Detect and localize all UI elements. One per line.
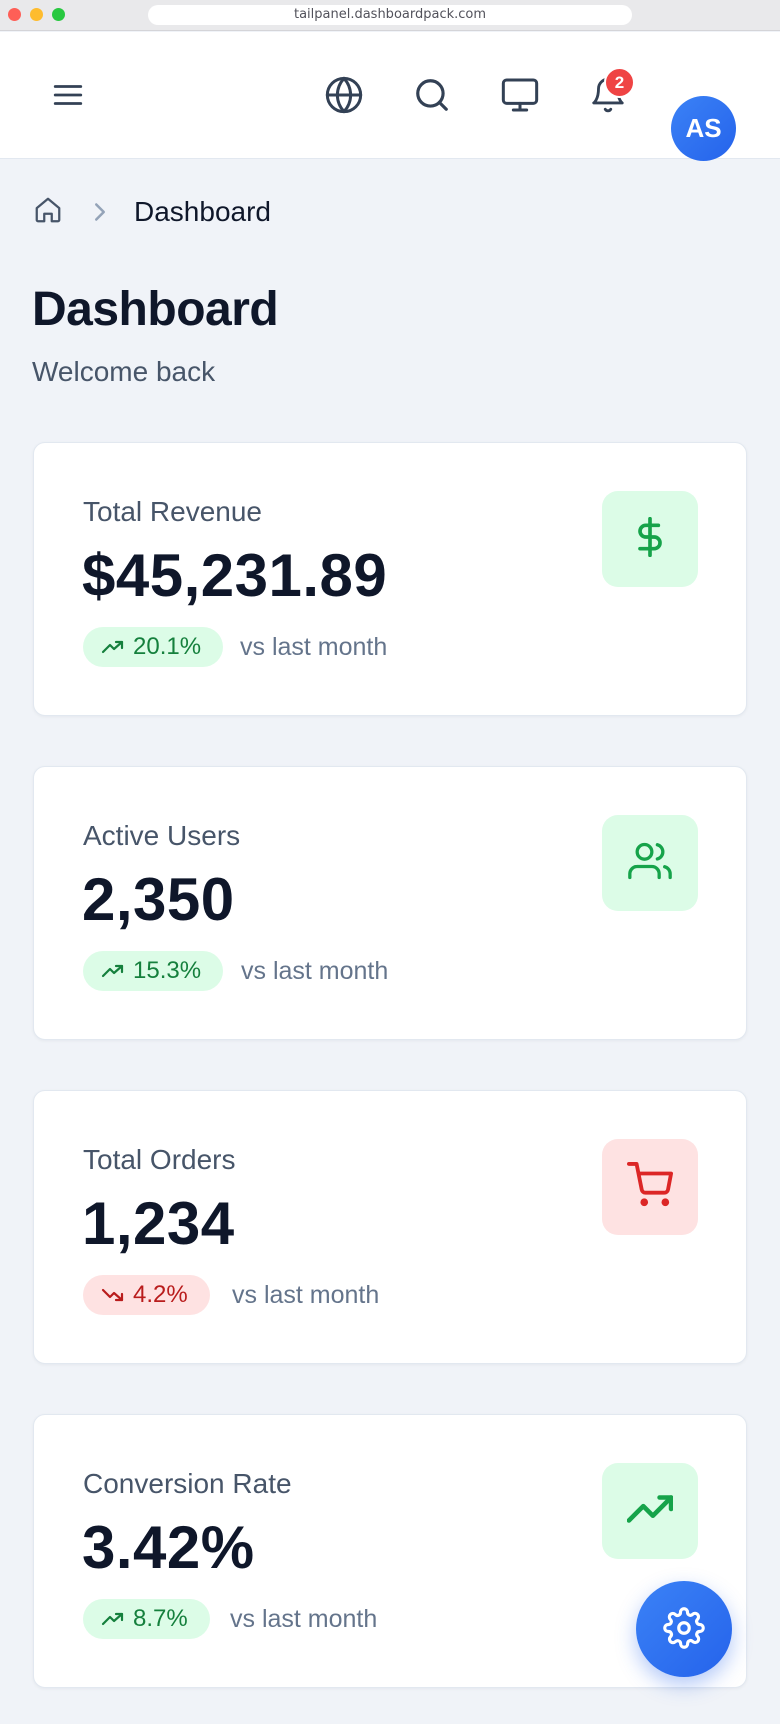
trend-badge: 15.3% bbox=[83, 951, 224, 991]
menu-icon bbox=[51, 78, 85, 115]
maximize-window-button[interactable] bbox=[52, 8, 65, 21]
trend-value: 8.7% bbox=[133, 1605, 188, 1632]
settings-fab-button[interactable] bbox=[636, 1581, 732, 1677]
monitor-icon bbox=[500, 75, 540, 118]
cart-icon bbox=[627, 1161, 673, 1213]
stat-label: Active Users bbox=[83, 820, 241, 851]
users-icon-tile bbox=[602, 815, 698, 911]
trend-up-icon bbox=[101, 964, 124, 978]
close-window-button[interactable] bbox=[8, 8, 21, 21]
search-button[interactable] bbox=[404, 68, 460, 124]
stat-value: 2,350 bbox=[82, 866, 235, 933]
chevron-right-icon bbox=[92, 202, 108, 222]
user-avatar[interactable]: AS bbox=[671, 96, 736, 161]
stat-card-revenue: Total Revenue $45,231.89 20.1% vs last m… bbox=[33, 442, 747, 716]
trending-up-icon bbox=[626, 1486, 674, 1537]
trend-badge: 4.2% bbox=[83, 1275, 210, 1315]
stat-value: $45,231.89 bbox=[82, 542, 388, 609]
trend-value: 4.2% bbox=[133, 1281, 188, 1308]
stat-value: 3.42% bbox=[82, 1514, 255, 1581]
display-mode-button[interactable] bbox=[492, 68, 548, 124]
trend-value: 15.3% bbox=[133, 957, 202, 984]
breadcrumb: Dashboard bbox=[32, 194, 271, 230]
settings-icon bbox=[663, 1606, 705, 1652]
page-title: Dashboard bbox=[32, 283, 279, 336]
stat-value: 1,234 bbox=[82, 1190, 235, 1257]
stat-card-total-orders: Total Orders 1,234 4.2% vs last month bbox=[33, 1090, 747, 1364]
trend-note: vs last month bbox=[232, 1281, 380, 1309]
menu-button[interactable] bbox=[40, 68, 96, 124]
language-button[interactable] bbox=[316, 68, 372, 124]
search-icon bbox=[413, 76, 451, 117]
top-navbar: AS bbox=[0, 32, 780, 161]
breadcrumb-home-link[interactable] bbox=[32, 196, 64, 228]
stat-label: Total Orders bbox=[83, 1144, 236, 1175]
trend-up-icon bbox=[101, 640, 124, 654]
browser-chrome: tailpanel.dashboardpack.com bbox=[0, 0, 780, 31]
trend-note: vs last month bbox=[241, 957, 389, 985]
trend-badge: 8.7% bbox=[83, 1599, 210, 1639]
conversion-icon-tile bbox=[602, 1463, 698, 1559]
trend-value: 20.1% bbox=[133, 633, 202, 660]
minimize-window-button[interactable] bbox=[30, 8, 43, 21]
home-icon bbox=[33, 195, 63, 230]
trend-badge: 20.1% bbox=[83, 627, 224, 667]
trend-note: vs last month bbox=[240, 633, 388, 661]
stat-label: Conversion Rate bbox=[83, 1468, 292, 1499]
globe-icon bbox=[324, 75, 364, 118]
notification-count-badge: 2 bbox=[604, 67, 635, 98]
orders-icon-tile bbox=[602, 1139, 698, 1235]
breadcrumb-current: Dashboard bbox=[134, 196, 271, 227]
address-bar[interactable]: tailpanel.dashboardpack.com bbox=[148, 5, 632, 25]
page-subtitle: Welcome back bbox=[32, 356, 216, 387]
dollar-icon bbox=[630, 516, 670, 562]
revenue-icon-tile bbox=[602, 491, 698, 587]
trend-note: vs last month bbox=[230, 1605, 378, 1633]
stat-card-active-users: Active Users 2,350 15.3% vs last month bbox=[33, 766, 747, 1040]
trend-up-icon bbox=[101, 1612, 124, 1626]
trend-down-icon bbox=[101, 1288, 124, 1302]
users-icon bbox=[628, 839, 672, 888]
stat-label: Total Revenue bbox=[83, 496, 263, 527]
